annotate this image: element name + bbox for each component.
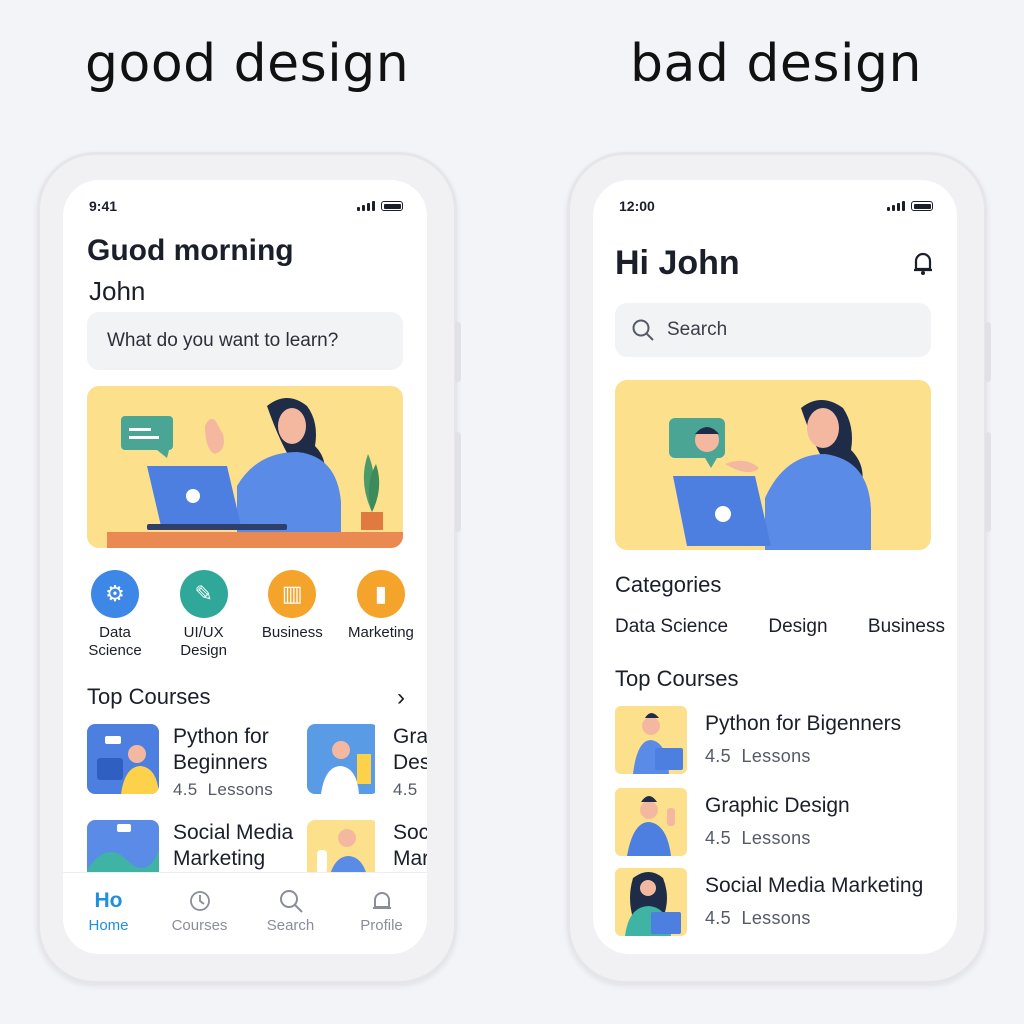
bad-design-heading: bad design bbox=[630, 34, 922, 94]
signal-icon bbox=[357, 200, 375, 211]
nav-profile[interactable]: Profile bbox=[342, 887, 422, 954]
category-row: ⚙ Data Science ✎ UI/UX Design ▥ Business… bbox=[73, 570, 423, 660]
course-thumbnail bbox=[307, 724, 379, 794]
category-data-science[interactable]: ⚙ Data Science bbox=[73, 570, 157, 660]
course-thumbnail bbox=[615, 706, 687, 774]
course-rating: 4.5 bbox=[393, 780, 418, 799]
nav-label: Courses bbox=[171, 917, 228, 934]
course-title-line1: Grap bbox=[393, 725, 427, 748]
hero-banner bbox=[615, 380, 931, 550]
nav-search[interactable]: Search bbox=[251, 887, 331, 954]
course-thumbnail bbox=[615, 788, 687, 856]
nav-home[interactable]: Ho Home bbox=[69, 887, 149, 954]
course-thumbnail bbox=[615, 868, 687, 936]
gear-icon: ⚙ bbox=[91, 570, 139, 618]
good-design-phone: 9:41 Guod morning John What do you want … bbox=[37, 152, 461, 984]
bad-design-screen: 12:00 Hi John Search Categories Data Sci… bbox=[593, 180, 957, 954]
course-card[interactable]: Python for Bigenners 4.5 Lessons bbox=[615, 706, 901, 774]
battery-icon bbox=[911, 201, 933, 211]
home-icon: Ho bbox=[94, 889, 123, 912]
course-card[interactable]: Grap Desi 4.5 l bbox=[307, 724, 427, 800]
status-time: 9:41 bbox=[89, 198, 118, 214]
category-ui-ux-design[interactable]: ✎ UI/UX Design bbox=[162, 570, 246, 660]
status-bar: 12:00 bbox=[593, 198, 957, 216]
status-bar: 9:41 bbox=[63, 198, 427, 216]
search-input[interactable]: Search bbox=[615, 303, 931, 357]
course-title-line2: Marketing bbox=[173, 847, 266, 870]
categories-heading: Categories bbox=[615, 572, 722, 597]
course-rating: 4.5 bbox=[705, 828, 731, 848]
course-thumbnail bbox=[87, 724, 159, 794]
hero-banner bbox=[87, 386, 403, 548]
course-rating: 4.5 bbox=[705, 908, 731, 928]
category-marketing[interactable]: ▮ Marketing bbox=[339, 570, 423, 660]
category-label: Data Science bbox=[88, 624, 142, 659]
top-courses-heading: Top Courses bbox=[615, 666, 739, 691]
category-business[interactable]: ▥ Business bbox=[250, 570, 334, 660]
course-title-line1: Social Media bbox=[173, 821, 294, 844]
good-design-heading: good design bbox=[85, 34, 410, 94]
greeting-title: Guod morning bbox=[87, 234, 294, 267]
battery-icon bbox=[381, 201, 403, 211]
search-icon bbox=[632, 319, 654, 341]
category-business[interactable]: Business bbox=[868, 616, 945, 638]
category-row: Data Science Design Business bbox=[615, 616, 945, 638]
status-time: 12:00 bbox=[619, 198, 655, 214]
course-title-line2: Mar bbox=[393, 847, 427, 870]
user-name: John bbox=[89, 276, 146, 306]
bottom-nav: Ho Home Courses Search Profile bbox=[63, 872, 427, 954]
course-card[interactable]: Graphic Design 4.5 Lessons bbox=[615, 788, 850, 856]
nav-label: Home bbox=[88, 917, 129, 934]
category-label: Marketing bbox=[348, 624, 414, 641]
good-design-screen: 9:41 Guod morning John What do you want … bbox=[63, 180, 427, 954]
signal-icon bbox=[887, 200, 905, 211]
course-rating: 4.5 bbox=[705, 746, 731, 766]
chevron-right-icon[interactable]: › bbox=[397, 684, 405, 712]
category-label: Business bbox=[261, 624, 323, 641]
course-lessons: Lessons bbox=[741, 908, 811, 928]
nav-label: Search bbox=[266, 917, 315, 934]
bar-chart-icon: ▮ bbox=[356, 570, 405, 618]
search-input[interactable]: What do you want to learn? bbox=[87, 312, 403, 370]
course-rating: 4.5 bbox=[173, 780, 198, 799]
building-icon: ▥ bbox=[268, 570, 317, 618]
course-title: Graphic Design bbox=[705, 794, 850, 817]
greeting-title: Hi John bbox=[615, 244, 740, 282]
clock-icon bbox=[189, 887, 211, 915]
bell-icon[interactable] bbox=[911, 250, 935, 281]
nav-courses[interactable]: Courses bbox=[160, 887, 240, 954]
top-courses-heading: Top Courses bbox=[87, 684, 211, 709]
course-lessons: Lessons bbox=[207, 780, 274, 799]
category-data-science[interactable]: Data Science bbox=[615, 616, 728, 638]
course-title: Python for Bigenners bbox=[705, 712, 902, 735]
course-card[interactable]: Social Media Marketing 4.5 Lessons bbox=[615, 868, 923, 936]
course-title-line1: Python for bbox=[173, 725, 269, 748]
course-card[interactable]: Python for Beginners 4.5 Lessons bbox=[87, 724, 273, 800]
bell-icon bbox=[371, 887, 393, 915]
bad-design-phone: 12:00 Hi John Search Categories Data Sci… bbox=[567, 152, 991, 984]
course-lessons: Lessons bbox=[741, 746, 811, 766]
nav-label: Profile bbox=[360, 917, 403, 934]
search-placeholder: Search bbox=[667, 319, 728, 340]
search-icon bbox=[278, 887, 304, 915]
category-design[interactable]: Design bbox=[768, 616, 827, 638]
course-title: Social Media Marketing bbox=[705, 874, 924, 897]
course-title-line1: Soci bbox=[393, 821, 427, 844]
course-title-line2: Desi bbox=[393, 751, 427, 774]
pen-icon: ✎ bbox=[179, 570, 228, 618]
course-lessons: Lessons bbox=[741, 828, 811, 848]
category-label: UI/UX Design bbox=[180, 624, 227, 659]
course-title-line2: Beginners bbox=[173, 751, 268, 774]
